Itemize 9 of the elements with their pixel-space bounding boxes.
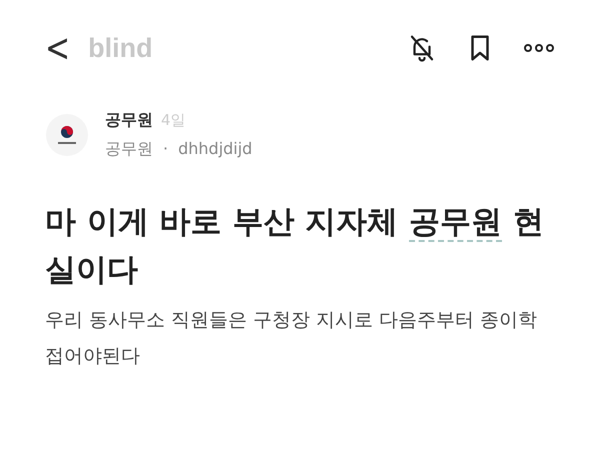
separator-dot: ·: [163, 139, 168, 160]
back-button[interactable]: <: [45, 25, 70, 71]
post-title: 마 이게 바로 부산 지자체 공무원 현실이다: [45, 203, 545, 290]
post-body: 우리 동사무소 직원들은 구청장 지시로 다음주부터 종이학 접어야된다: [45, 308, 538, 369]
username: dhhdjdijd: [178, 139, 252, 160]
avatar-icon: [45, 113, 89, 157]
company-name: 공무원: [105, 139, 153, 160]
author-name: 공무원: [105, 110, 153, 131]
more-icon[interactable]: [523, 42, 555, 54]
